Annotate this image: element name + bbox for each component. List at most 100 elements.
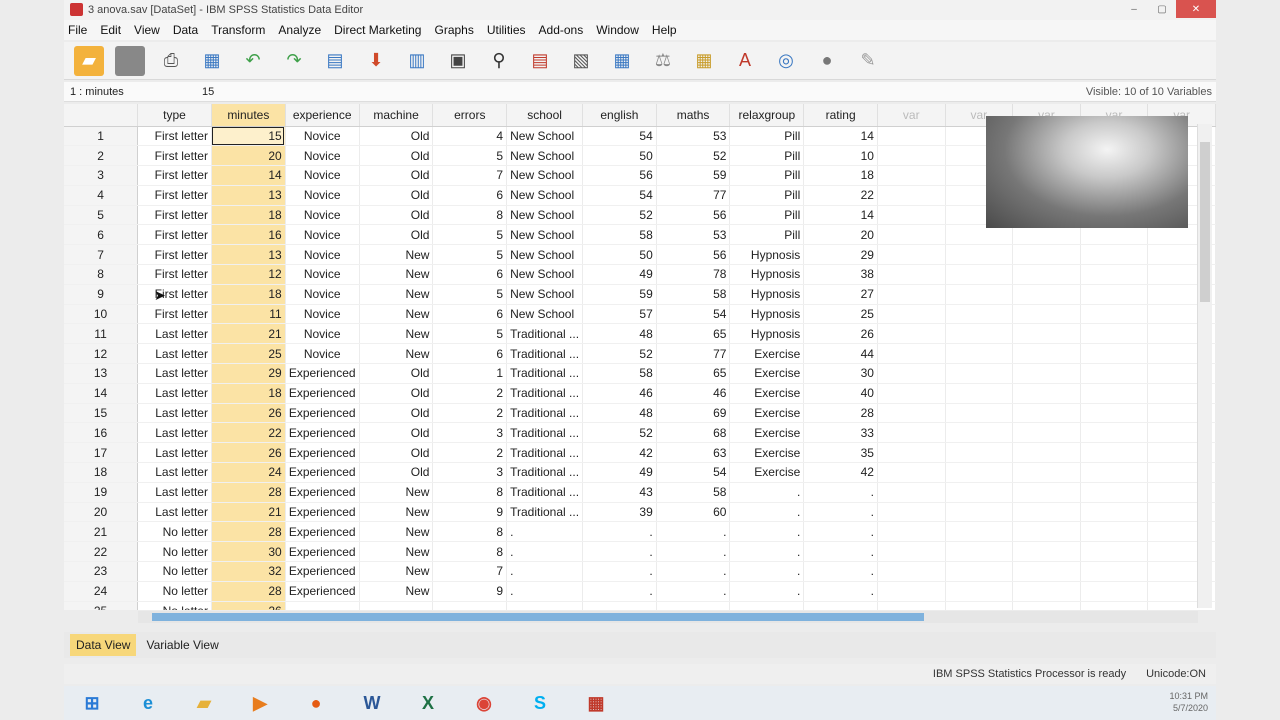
data-cell[interactable]: 20: [211, 145, 286, 167]
data-cell[interactable]: .: [582, 581, 657, 602]
data-cell[interactable]: 49: [582, 264, 657, 285]
column-header-empty[interactable]: var: [877, 104, 946, 127]
column-header[interactable]: relaxgroup: [729, 104, 805, 127]
data-cell[interactable]: Old: [359, 363, 434, 384]
column-header[interactable]: errors: [432, 104, 508, 127]
data-cell[interactable]: .: [656, 581, 731, 602]
data-cell[interactable]: [1012, 244, 1081, 266]
data-cell[interactable]: .: [803, 502, 878, 523]
data-cell[interactable]: Novice: [285, 284, 360, 305]
data-cell[interactable]: 6: [432, 185, 508, 206]
data-cell[interactable]: Experienced: [285, 561, 360, 582]
data-cell[interactable]: 2: [432, 442, 508, 464]
data-cell[interactable]: 12: [211, 264, 286, 285]
tab-data-view[interactable]: Data View: [70, 634, 137, 656]
row-number[interactable]: 10: [64, 304, 139, 325]
close-button[interactable]: ✕: [1176, 0, 1216, 18]
data-cell[interactable]: Traditional ...: [506, 363, 584, 384]
data-cell[interactable]: [877, 403, 946, 424]
data-cell[interactable]: 27: [803, 284, 878, 305]
data-cell[interactable]: 5: [432, 323, 508, 345]
data-cell[interactable]: [803, 601, 878, 610]
run-descriptives-icon[interactable]: ▣: [443, 46, 473, 76]
data-cell[interactable]: 50: [582, 145, 657, 167]
column-header[interactable]: school: [506, 104, 584, 127]
data-cell[interactable]: Experienced: [285, 422, 360, 444]
data-cell[interactable]: New: [359, 284, 434, 305]
row-number[interactable]: 13: [64, 363, 139, 384]
row-number[interactable]: 18: [64, 462, 139, 483]
menu-view[interactable]: View: [130, 23, 169, 37]
goto-case-icon[interactable]: ▤: [320, 46, 350, 76]
data-cell[interactable]: Hypnosis: [729, 284, 805, 305]
data-cell[interactable]: New School: [506, 244, 584, 266]
vertical-scroll-thumb[interactable]: [1200, 142, 1210, 302]
select-cases-icon[interactable]: ▦: [689, 46, 719, 76]
data-cell[interactable]: [877, 205, 946, 226]
data-cell[interactable]: 14: [211, 165, 286, 186]
data-cell[interactable]: 6: [432, 264, 508, 285]
data-cell[interactable]: New School: [506, 145, 584, 167]
data-cell[interactable]: New School: [506, 284, 584, 305]
data-cell[interactable]: [1080, 264, 1149, 285]
row-number[interactable]: 8: [64, 264, 139, 285]
data-cell[interactable]: [432, 601, 508, 610]
data-cell[interactable]: 54: [656, 304, 731, 325]
data-cell[interactable]: Novice: [285, 224, 360, 246]
data-cell[interactable]: 5: [432, 224, 508, 246]
data-cell[interactable]: Traditional ...: [506, 442, 584, 464]
data-cell[interactable]: [877, 462, 946, 483]
data-cell[interactable]: New School: [506, 185, 584, 206]
data-cell[interactable]: 52: [582, 205, 657, 226]
data-cell[interactable]: 52: [582, 422, 657, 444]
data-cell[interactable]: 26: [803, 323, 878, 345]
data-cell[interactable]: .: [803, 482, 878, 503]
data-cell[interactable]: First letter: [137, 185, 212, 206]
data-cell[interactable]: [1080, 323, 1149, 345]
data-cell[interactable]: [877, 541, 946, 563]
data-cell[interactable]: .: [506, 581, 584, 602]
data-cell[interactable]: First letter: [137, 224, 212, 246]
data-cell[interactable]: 10: [803, 145, 878, 167]
data-cell[interactable]: 26: [211, 403, 286, 424]
data-cell[interactable]: Last letter: [137, 482, 212, 503]
data-cell[interactable]: Traditional ...: [506, 422, 584, 444]
tab-variable-view[interactable]: Variable View: [140, 634, 224, 656]
system-tray-clock[interactable]: 10:31 PM 5/7/2020: [1169, 690, 1208, 714]
minimize-button[interactable]: –: [1120, 0, 1148, 18]
data-cell[interactable]: Pill: [729, 185, 805, 206]
data-cell[interactable]: No letter: [137, 541, 212, 563]
data-cell[interactable]: 54: [582, 126, 657, 147]
data-cell[interactable]: First letter: [137, 126, 212, 147]
data-cell[interactable]: 60: [656, 502, 731, 523]
data-cell[interactable]: .: [803, 521, 878, 543]
use-sets-icon[interactable]: ◎: [771, 46, 801, 76]
data-cell[interactable]: First letter: [137, 145, 212, 167]
data-cell[interactable]: Exercise: [729, 383, 805, 404]
split-file-icon[interactable]: ▦: [607, 46, 637, 76]
menu-transform[interactable]: Transform: [207, 23, 274, 37]
data-cell[interactable]: 7: [432, 165, 508, 186]
data-cell[interactable]: 42: [582, 442, 657, 464]
data-cell[interactable]: Last letter: [137, 323, 212, 345]
data-cell[interactable]: .: [582, 541, 657, 563]
row-number[interactable]: 19: [64, 482, 139, 503]
data-cell[interactable]: 30: [803, 363, 878, 384]
data-cell[interactable]: 26: [211, 601, 286, 610]
data-cell[interactable]: .: [656, 561, 731, 582]
data-cell[interactable]: 20: [803, 224, 878, 246]
data-cell[interactable]: New: [359, 244, 434, 266]
data-cell[interactable]: First letter: [137, 264, 212, 285]
data-cell[interactable]: [1080, 502, 1149, 523]
data-cell[interactable]: Experienced: [285, 363, 360, 384]
weight-cases-icon[interactable]: ⚖: [648, 46, 678, 76]
data-cell[interactable]: Experienced: [285, 581, 360, 602]
data-cell[interactable]: Old: [359, 403, 434, 424]
data-cell[interactable]: 40: [803, 383, 878, 404]
data-cell[interactable]: Traditional ...: [506, 403, 584, 424]
data-cell[interactable]: [945, 323, 1014, 345]
open-folder-icon[interactable]: ▰: [74, 45, 104, 76]
spss-icon[interactable]: ▦: [572, 688, 620, 718]
data-cell[interactable]: 2: [432, 403, 508, 424]
data-cell[interactable]: Novice: [285, 185, 360, 206]
